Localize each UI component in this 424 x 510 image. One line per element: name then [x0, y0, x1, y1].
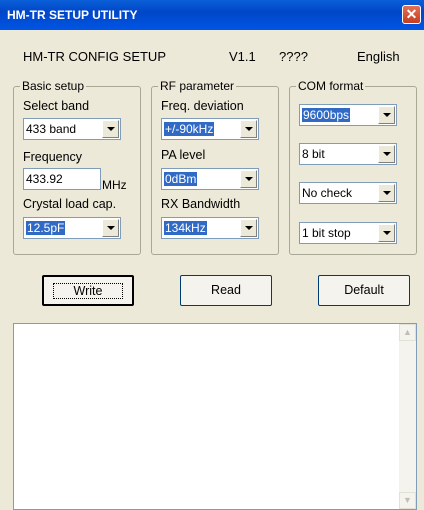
com-format-legend: COM format	[298, 79, 364, 93]
read-button-label: Read	[211, 283, 241, 297]
databits-value: 8 bit	[302, 147, 325, 161]
chevron-down-icon[interactable]	[240, 120, 257, 138]
default-button[interactable]: Default	[318, 275, 410, 306]
close-button[interactable]: ✕	[402, 5, 421, 24]
band-value: 433 band	[26, 122, 77, 136]
pa-level-value: 0dBm	[164, 172, 198, 186]
frequency-label: Frequency	[23, 150, 83, 164]
scroll-down-icon[interactable]: ▼	[399, 492, 416, 509]
chevron-down-icon[interactable]	[102, 120, 119, 138]
config-title: HM-TR CONFIG SETUP	[23, 49, 166, 64]
chevron-down-icon[interactable]	[378, 184, 395, 202]
baud-value: 9600bps	[302, 108, 351, 122]
parity-value: No check	[302, 186, 353, 200]
rf-parameter-legend: RF parameter	[160, 79, 235, 93]
pa-level-select[interactable]: 0dBm	[161, 168, 259, 190]
log-textarea[interactable]: ▲ ▼	[13, 323, 417, 510]
rx-bandwidth-select[interactable]: 134kHz	[161, 217, 259, 239]
crystal-value: 12.5pF	[26, 221, 66, 235]
deviation-label: Freq. deviation	[161, 99, 244, 113]
chevron-down-icon[interactable]	[102, 219, 119, 237]
chevron-down-icon[interactable]	[240, 170, 257, 188]
baud-select[interactable]: 9600bps	[299, 104, 397, 126]
deviation-select[interactable]: +/-90kHz	[161, 118, 259, 140]
pa-level-label: PA level	[161, 148, 206, 162]
chevron-down-icon[interactable]	[240, 219, 257, 237]
version-label: V1.1	[229, 49, 256, 64]
language-label: English	[357, 49, 400, 64]
frequency-input[interactable]: 433.92	[23, 168, 101, 190]
rx-bandwidth-value: 134kHz	[164, 221, 207, 235]
window-title: HM-TR SETUP UTILITY	[7, 8, 138, 22]
parity-select[interactable]: No check	[299, 182, 397, 204]
crystal-label: Crystal load cap.	[23, 197, 117, 211]
read-button[interactable]: Read	[180, 275, 272, 306]
scroll-up-icon[interactable]: ▲	[399, 324, 416, 341]
stopbits-value: 1 bit stop	[302, 226, 351, 240]
databits-select[interactable]: 8 bit	[299, 143, 397, 165]
write-button-label: Write	[52, 283, 124, 299]
stopbits-select[interactable]: 1 bit stop	[299, 222, 397, 244]
band-select[interactable]: 433 band	[23, 118, 121, 140]
select-band-label: Select band	[23, 99, 90, 113]
vertical-scrollbar[interactable]: ▲ ▼	[399, 324, 416, 509]
write-button[interactable]: Write	[42, 275, 134, 306]
status-label: ????	[279, 49, 308, 64]
title-bar: HM-TR SETUP UTILITY ✕	[0, 0, 424, 30]
frequency-unit: MHz	[102, 178, 127, 192]
close-icon: ✕	[405, 6, 418, 22]
crystal-select[interactable]: 12.5pF	[23, 217, 121, 239]
basic-setup-legend: Basic setup	[22, 79, 85, 93]
chevron-down-icon[interactable]	[378, 145, 395, 163]
deviation-value: +/-90kHz	[164, 122, 215, 136]
default-button-label: Default	[344, 283, 384, 297]
rx-bandwidth-label: RX Bandwidth	[161, 197, 241, 211]
chevron-down-icon[interactable]	[378, 224, 395, 242]
chevron-down-icon[interactable]	[378, 106, 395, 124]
